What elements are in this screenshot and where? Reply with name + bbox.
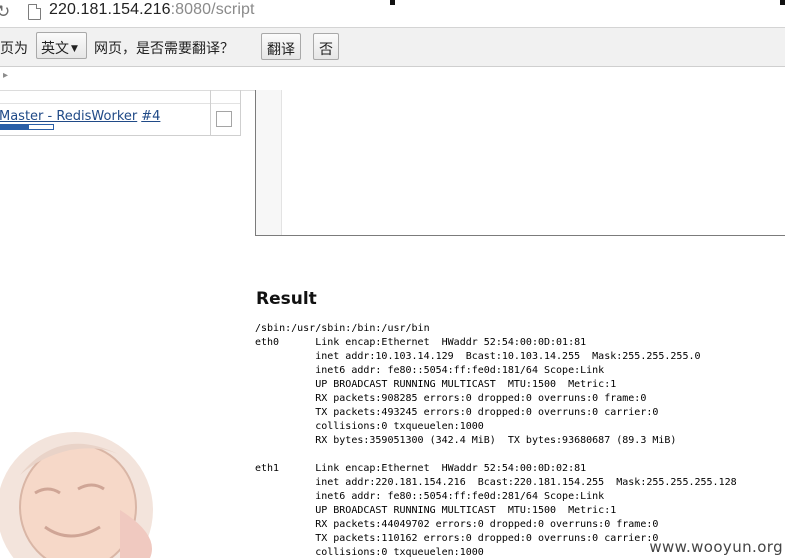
translate-prefix-text: 页为 — [0, 41, 28, 57]
divider — [0, 103, 240, 104]
chevron-down-icon: ▼ — [71, 44, 78, 54]
result-output: /sbin:/usr/sbin:/bin:/usr/bin eth0 Link … — [255, 323, 737, 558]
executor-panel: Master - RedisWorker #4 — [0, 90, 241, 136]
build-progress-bar — [0, 124, 54, 130]
watermark: www.wooyun.org — [649, 538, 783, 556]
reload-icon[interactable]: ↻ — [0, 2, 10, 22]
translate-bar: 页为 英文 ▼ 网页，是否需要翻译？ 翻译 否 — [0, 28, 785, 67]
job-name-link[interactable]: Master - RedisWorker — [0, 109, 137, 124]
editor-gutter — [256, 90, 282, 235]
url-path: :8080/script — [170, 1, 255, 18]
no-translate-button[interactable]: 否 — [313, 33, 339, 60]
build-number-link[interactable]: #4 — [141, 109, 160, 124]
chevron-right-icon[interactable]: ▸ — [3, 70, 8, 81]
page-icon — [28, 4, 41, 20]
url-host: 220.181.154.216 — [49, 1, 171, 18]
selection-handle — [390, 0, 395, 5]
language-select-value: 英文 — [41, 41, 69, 57]
executor-checkbox[interactable] — [216, 111, 232, 127]
build-progress-fill — [0, 125, 30, 129]
selection-handle — [780, 0, 785, 5]
jenkins-mascot-image — [0, 432, 153, 558]
bookmark-strip: ▸ — [0, 67, 785, 91]
divider — [210, 90, 211, 135]
result-heading: Result — [256, 289, 317, 309]
language-select[interactable]: 英文 ▼ — [36, 32, 87, 59]
script-editor[interactable] — [255, 90, 785, 236]
translate-question: 网页，是否需要翻译？ — [94, 41, 234, 57]
job-link[interactable]: Master - RedisWorker #4 — [0, 109, 160, 124]
translate-button[interactable]: 翻译 — [261, 33, 301, 60]
url-text[interactable]: 220.181.154.216:8080/script — [49, 1, 255, 19]
